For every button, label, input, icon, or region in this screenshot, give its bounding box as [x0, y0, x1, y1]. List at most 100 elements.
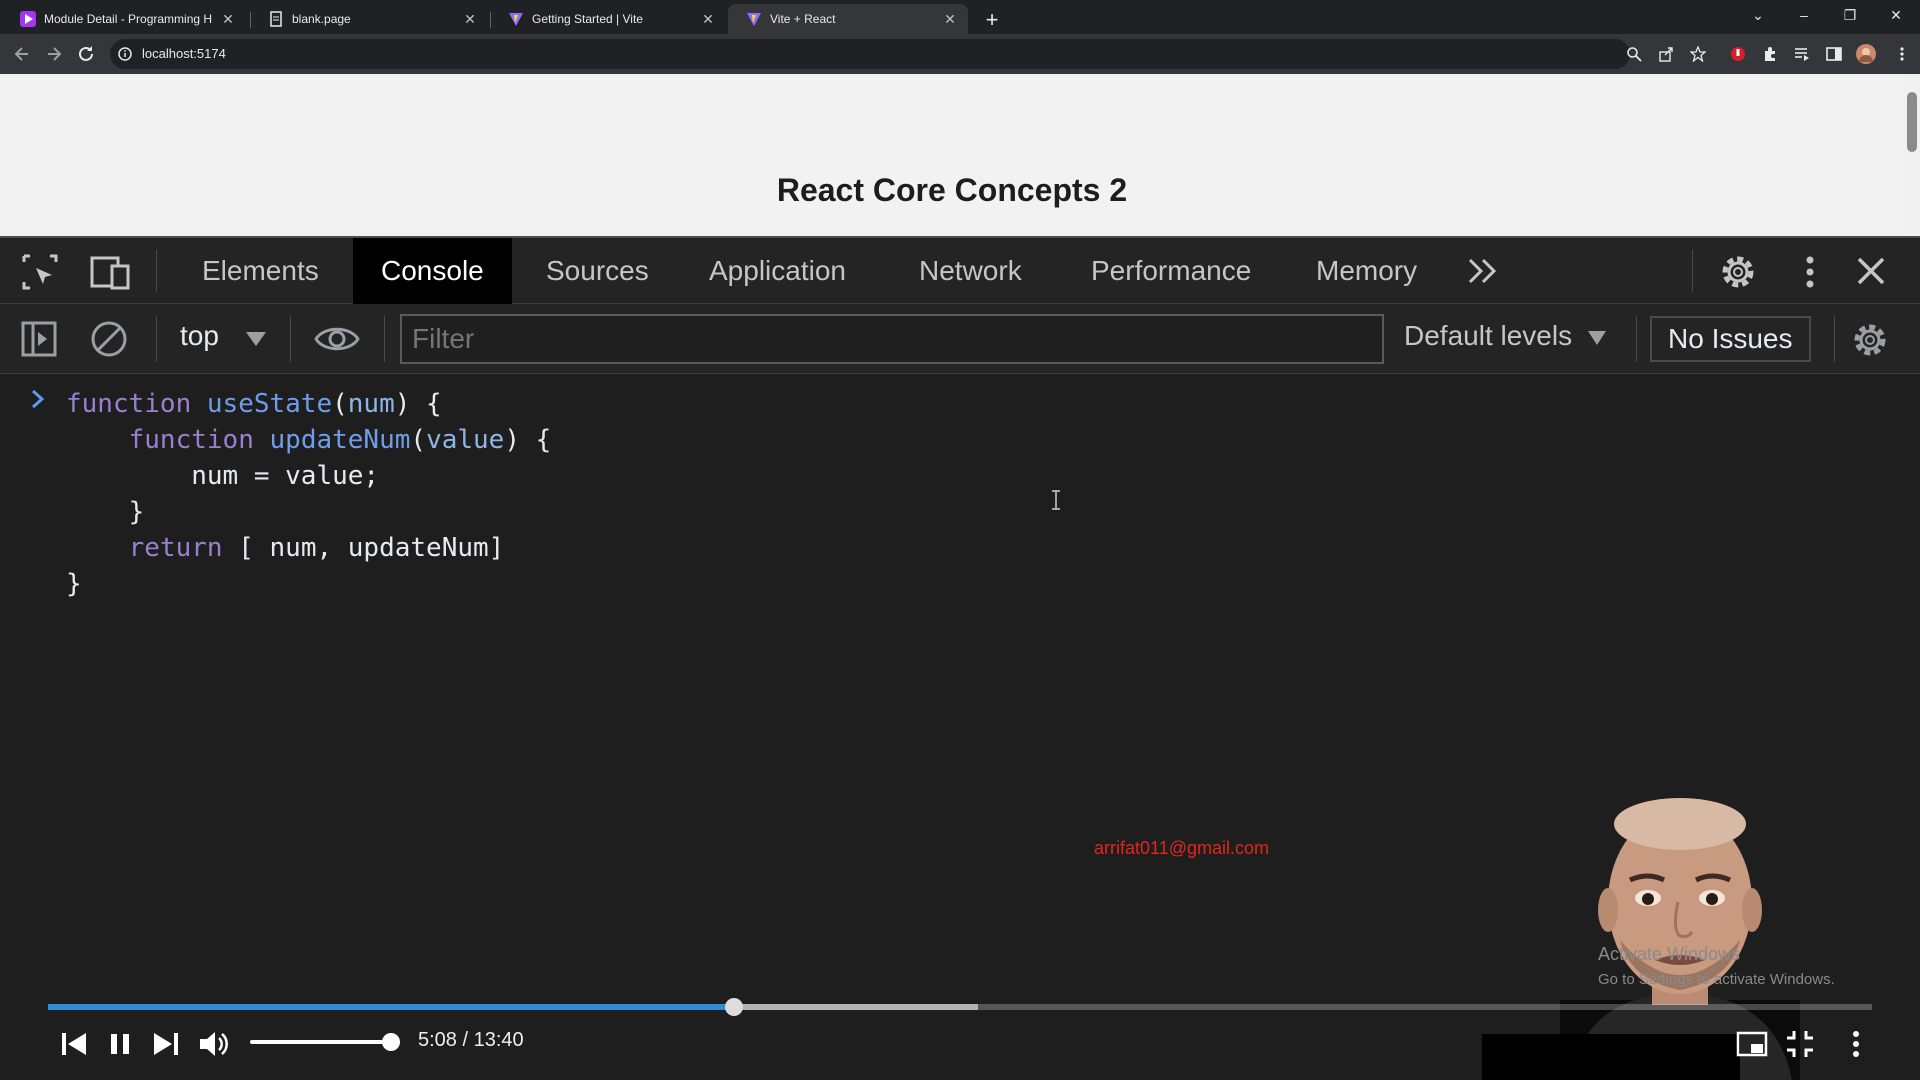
text-cursor-icon [1050, 490, 1062, 510]
more-tabs-icon[interactable] [1466, 256, 1500, 286]
separator [156, 250, 157, 292]
separator [290, 316, 291, 362]
info-icon[interactable] [118, 47, 132, 61]
clear-console-icon[interactable] [90, 320, 128, 358]
settings-gear-icon[interactable] [1718, 252, 1758, 292]
url-text: localhost:5174 [142, 46, 226, 61]
extensions-puzzle-icon[interactable] [1762, 46, 1778, 62]
black-panel [1482, 1034, 1740, 1080]
dropdown-arrow-icon [1587, 330, 1606, 345]
share-icon[interactable] [1658, 46, 1674, 62]
tab-blank-page[interactable]: blank.page ✕ [250, 4, 488, 34]
code-line-6: } [66, 569, 82, 599]
tab-application[interactable]: Application [709, 238, 846, 304]
code-line-4: } [128, 497, 145, 527]
code-line-1: function useState(num) { [66, 389, 442, 419]
miniplayer-icon[interactable] [1734, 1026, 1770, 1062]
code-line-5: return [ num, updateNum] [128, 533, 505, 563]
live-expression-eye-icon[interactable] [314, 322, 360, 356]
chrome-menu-icon[interactable] [1894, 46, 1910, 62]
progress-knob[interactable] [724, 998, 743, 1016]
close-tab-icon[interactable]: ✕ [942, 11, 958, 28]
previous-icon[interactable] [56, 1026, 92, 1062]
profile-avatar-icon[interactable] [1856, 44, 1876, 64]
show-sidebar-icon[interactable] [20, 320, 58, 358]
media-queue-icon[interactable] [1794, 46, 1810, 62]
close-tab-icon[interactable]: ✕ [220, 11, 236, 28]
tab-search-icon[interactable]: ⌄ [1738, 0, 1778, 30]
filter-input[interactable] [400, 314, 1384, 364]
extension-red-icon[interactable] [1730, 46, 1746, 62]
console-settings-gear-icon[interactable] [1850, 320, 1890, 360]
separator [156, 316, 157, 362]
next-icon[interactable] [148, 1026, 184, 1062]
tab-network[interactable]: Network [919, 238, 1022, 304]
inspect-element-icon[interactable] [20, 252, 60, 292]
reload-icon[interactable] [74, 42, 98, 66]
scrollbar-thumb[interactable] [1907, 92, 1917, 152]
tab-elements[interactable]: Elements [202, 238, 319, 304]
page-title: React Core Concepts 2 [776, 172, 1128, 208]
device-toolbar-icon[interactable] [90, 252, 134, 292]
tab-module-detail[interactable]: Module Detail - Programming H ✕ [2, 4, 246, 34]
played-bar [48, 1004, 734, 1010]
dropdown-arrow-icon[interactable] [246, 332, 266, 346]
separator [1692, 250, 1693, 292]
console-input-code[interactable]: function useState(num) { function update… [66, 386, 551, 602]
exit-fullscreen-icon[interactable] [1782, 1026, 1818, 1062]
tab-title: Getting Started | Vite [532, 12, 643, 26]
forward-icon[interactable] [42, 42, 66, 66]
browser-tab-strip: Module Detail - Programming H ✕ blank.pa… [0, 0, 1920, 34]
zoom-icon[interactable] [1626, 46, 1642, 62]
levels-label: Default levels [1404, 320, 1573, 351]
back-icon[interactable] [10, 42, 34, 66]
devtools-tab-bar: Elements Console Sources Application Net… [0, 236, 1920, 304]
more-options-icon[interactable] [1838, 1026, 1874, 1062]
code-line-2: function updateNum(value) { [128, 425, 552, 455]
tab-getting-started-vite[interactable]: Getting Started | Vite ✕ [490, 4, 726, 34]
page-scrollbar[interactable] [1904, 74, 1920, 236]
page-viewport: React Core Concepts 2 [0, 74, 1904, 236]
tab-title: blank.page [292, 12, 351, 26]
console-toolbar: top Default levels No Issues [0, 304, 1920, 374]
console-prompt-chevron-icon [30, 388, 46, 410]
close-devtools-icon[interactable] [1854, 254, 1888, 288]
volume-slider[interactable] [250, 1040, 392, 1044]
tab-performance[interactable]: Performance [1091, 238, 1251, 304]
video-progress-bar[interactable] [48, 998, 1872, 1016]
browser-toolbar: localhost:5174 [0, 34, 1920, 74]
tab-title: Module Detail - Programming H [44, 12, 213, 26]
side-panel-icon[interactable] [1826, 46, 1842, 62]
tab-console[interactable]: Console [353, 238, 512, 304]
volume-knob[interactable] [382, 1033, 400, 1051]
close-tab-icon[interactable]: ✕ [700, 11, 716, 28]
activate-windows-title: Activate Windows [1598, 944, 1741, 964]
close-window-button[interactable]: ✕ [1876, 0, 1916, 30]
purple-play-icon [20, 11, 36, 27]
separator [1834, 316, 1835, 362]
activate-windows-subtitle: Go to Settings to activate Windows. [1598, 971, 1835, 988]
tab-vite-react[interactable]: Vite + React ✕ [728, 4, 968, 34]
volume-icon[interactable] [196, 1026, 232, 1062]
context-value: top [180, 320, 219, 351]
new-tab-button[interactable]: + [978, 6, 1006, 34]
restore-button[interactable]: ❐ [1830, 0, 1870, 30]
email-watermark: arrifat011@gmail.com [1094, 838, 1269, 858]
bookmark-star-icon[interactable] [1690, 46, 1706, 62]
context-selector[interactable]: top [180, 320, 219, 352]
log-levels-dropdown[interactable]: Default levels [1404, 320, 1606, 352]
customize-menu-icon[interactable] [1800, 252, 1820, 292]
separator [384, 316, 385, 362]
vite-icon [508, 11, 524, 27]
time-display: 5:08 / 13:40 [418, 1029, 524, 1051]
tab-sources[interactable]: Sources [546, 238, 649, 304]
address-bar[interactable]: localhost:5174 [110, 39, 1630, 69]
vite-icon [746, 11, 762, 27]
minimize-button[interactable]: – [1784, 0, 1824, 30]
close-tab-icon[interactable]: ✕ [462, 11, 478, 28]
pause-icon[interactable] [102, 1026, 138, 1062]
issues-button[interactable]: No Issues [1650, 316, 1811, 362]
tab-memory[interactable]: Memory [1316, 238, 1417, 304]
code-line-3: num = value; [191, 461, 380, 491]
tab-title: Vite + React [770, 12, 836, 26]
